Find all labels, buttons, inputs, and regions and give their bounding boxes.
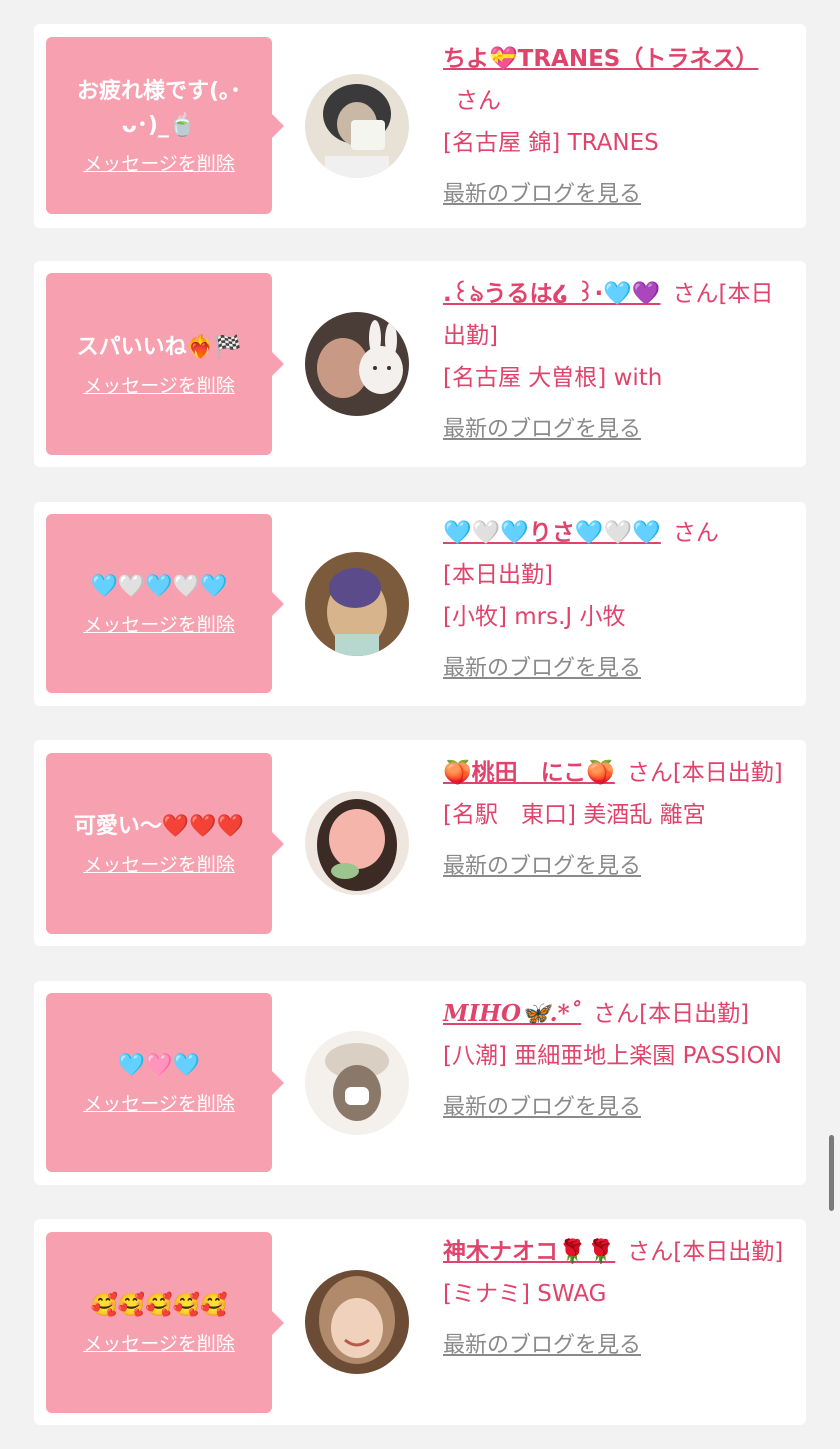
shop-label: [八潮] 亜細亜地上楽園 PASSION <box>443 1043 782 1069</box>
honorific: さん <box>626 760 673 786</box>
girl-name-link[interactable]: 神木ナオコ🌹🌹 <box>443 1239 615 1265</box>
name-row: 🩵🤍🩵りさ🩵🤍🩵 さん <box>443 512 793 554</box>
delete-message-link[interactable]: メッセージを削除 <box>83 1089 235 1116</box>
favorite-card: 可愛い〜❤️❤️❤️ メッセージを削除 🍑桃田 にこ🍑 さん[本日出勤] [名駅 … <box>34 740 806 946</box>
status-label: [本日出勤] <box>672 760 783 786</box>
girl-name-link[interactable]: .꒰ঌうるは໒ ꒱·🩵💜 <box>443 281 660 307</box>
name-row: 🍑桃田 にこ🍑 さん[本日出勤] <box>443 752 793 794</box>
avatar[interactable] <box>305 791 409 895</box>
profile-info: 🩵🤍🩵りさ🩵🤍🩵 さん [本日出勤] [小牧] mrs.J 小牧 最新のブログを見… <box>443 512 793 690</box>
message-text: 🥰🥰🥰🥰🥰 <box>90 1293 228 1318</box>
girl-name-link[interactable]: 🍑桃田 にこ🍑 <box>443 760 615 786</box>
girl-name-link[interactable]: ちよ💝TRANES（トラネス） <box>443 46 758 72</box>
profile-info: MIHO🦋.*˚ さん[本日出勤] [八潮] 亜細亜地上楽園 PASSION 最新… <box>443 993 793 1129</box>
shop-label: [名駅 東口] 美酒乱 離宮 <box>443 802 706 828</box>
honorific: さん <box>455 88 501 114</box>
message-text: スパいいね❤️‍🔥🏁 <box>76 334 242 360</box>
girl-name-link[interactable]: 🩵🤍🩵りさ🩵🤍🩵 <box>443 520 661 546</box>
avatar-photo-icon <box>305 1031 409 1135</box>
latest-blog-link[interactable]: 最新のブログを見る <box>443 174 641 216</box>
shop-label: [名古屋 大曽根] with <box>443 365 663 391</box>
name-row: .꒰ঌうるは໒ ꒱·🩵💜 さん[本日出勤] <box>443 273 793 357</box>
message-text: 可愛い〜❤️❤️❤️ <box>73 814 245 839</box>
avatar-photo-icon <box>305 74 409 178</box>
shop-label: [名古屋 錦] TRANES <box>443 130 659 156</box>
name-row: ちよ💝TRANES（トラネス） さん <box>443 38 793 122</box>
message-bubble: 🩵🤍🩵🤍🩵 メッセージを削除 <box>46 514 284 693</box>
honorific: さん <box>672 520 719 546</box>
latest-blog-link[interactable]: 最新のブログを見る <box>443 409 641 451</box>
latest-blog-link[interactable]: 最新のブログを見る <box>443 1325 641 1367</box>
avatar-photo-icon <box>305 552 409 656</box>
message-bubble: お疲れ様です(｡･ ᴗ･)_🍵 メッセージを削除 <box>46 37 284 214</box>
message-bubble: 可愛い〜❤️❤️❤️ メッセージを削除 <box>46 753 284 934</box>
avatar-photo-icon <box>305 1270 409 1374</box>
message-text: お疲れ様です(｡･ ᴗ･)_🍵 <box>76 79 242 138</box>
status-label: [本日出勤] <box>639 1001 750 1027</box>
honorific: さん <box>672 281 719 307</box>
shop-label: [ミナミ] SWAG <box>443 1281 607 1307</box>
message-text: 🩵🤍🩵🤍🩵 <box>90 574 228 599</box>
favorite-card: 🩵🤍🩵🤍🩵 メッセージを削除 🩵🤍🩵りさ🩵🤍🩵 さん [本日出勤] [小牧] mr… <box>34 502 806 706</box>
favorite-card: スパいいね❤️‍🔥🏁 メッセージを削除 .꒰ঌうるは໒ ꒱·🩵💜 さん[本日出勤]… <box>34 261 806 467</box>
avatar[interactable] <box>305 1031 409 1135</box>
delete-message-link[interactable]: メッセージを削除 <box>83 149 235 176</box>
delete-message-link[interactable]: メッセージを削除 <box>83 610 235 637</box>
latest-blog-link[interactable]: 最新のブログを見る <box>443 1087 641 1129</box>
favorite-card: お疲れ様です(｡･ ᴗ･)_🍵 メッセージを削除 ちよ💝TRANES（トラネス）… <box>34 24 806 228</box>
favorite-card: 🩵🩷🩵 メッセージを削除 MIHO🦋.*˚ さん[本日出勤] [八潮] 亜細亜地上… <box>34 981 806 1185</box>
status-label: [本日出勤] <box>443 562 553 588</box>
delete-message-link[interactable]: メッセージを削除 <box>83 850 235 877</box>
status-label: [本日出勤] <box>673 1239 784 1265</box>
avatar[interactable] <box>305 312 409 416</box>
profile-info: .꒰ঌうるは໒ ꒱·🩵💜 さん[本日出勤] [名古屋 大曽根] with 最新のブ… <box>443 273 793 451</box>
delete-message-link[interactable]: メッセージを削除 <box>83 1329 235 1356</box>
message-bubble: 🥰🥰🥰🥰🥰 メッセージを削除 <box>46 1232 284 1413</box>
avatar[interactable] <box>305 1270 409 1374</box>
profile-info: 神木ナオコ🌹🌹 さん[本日出勤] [ミナミ] SWAG 最新のブログを見る <box>443 1231 793 1367</box>
avatar-photo-icon <box>305 312 409 416</box>
honorific: さん <box>627 1239 674 1265</box>
name-row: 神木ナオコ🌹🌹 さん[本日出勤] <box>443 1231 793 1273</box>
name-row: MIHO🦋.*˚ さん[本日出勤] <box>443 993 793 1035</box>
avatar[interactable] <box>305 74 409 178</box>
latest-blog-link[interactable]: 最新のブログを見る <box>443 846 641 888</box>
favorite-card: 🥰🥰🥰🥰🥰 メッセージを削除 神木ナオコ🌹🌹 さん[本日出勤] [ミナミ] SWA… <box>34 1219 806 1425</box>
shop-label: [小牧] mrs.J 小牧 <box>443 604 626 630</box>
avatar[interactable] <box>305 552 409 656</box>
honorific: さん <box>593 1001 640 1027</box>
avatar-photo-icon <box>305 791 409 895</box>
profile-info: ちよ💝TRANES（トラネス） さん [名古屋 錦] TRANES 最新のブログを… <box>443 38 793 216</box>
message-text: 🩵🩷🩵 <box>117 1053 201 1078</box>
message-bubble: 🩵🩷🩵 メッセージを削除 <box>46 993 284 1172</box>
girl-name-link[interactable]: MIHO🦋.*˚ <box>443 1000 581 1027</box>
profile-info: 🍑桃田 にこ🍑 さん[本日出勤] [名駅 東口] 美酒乱 離宮 最新のブログを見る <box>443 752 793 888</box>
latest-blog-link[interactable]: 最新のブログを見る <box>443 648 641 690</box>
message-bubble: スパいいね❤️‍🔥🏁 メッセージを削除 <box>46 273 284 455</box>
delete-message-link[interactable]: メッセージを削除 <box>83 371 235 398</box>
scrollbar[interactable] <box>829 1135 834 1211</box>
